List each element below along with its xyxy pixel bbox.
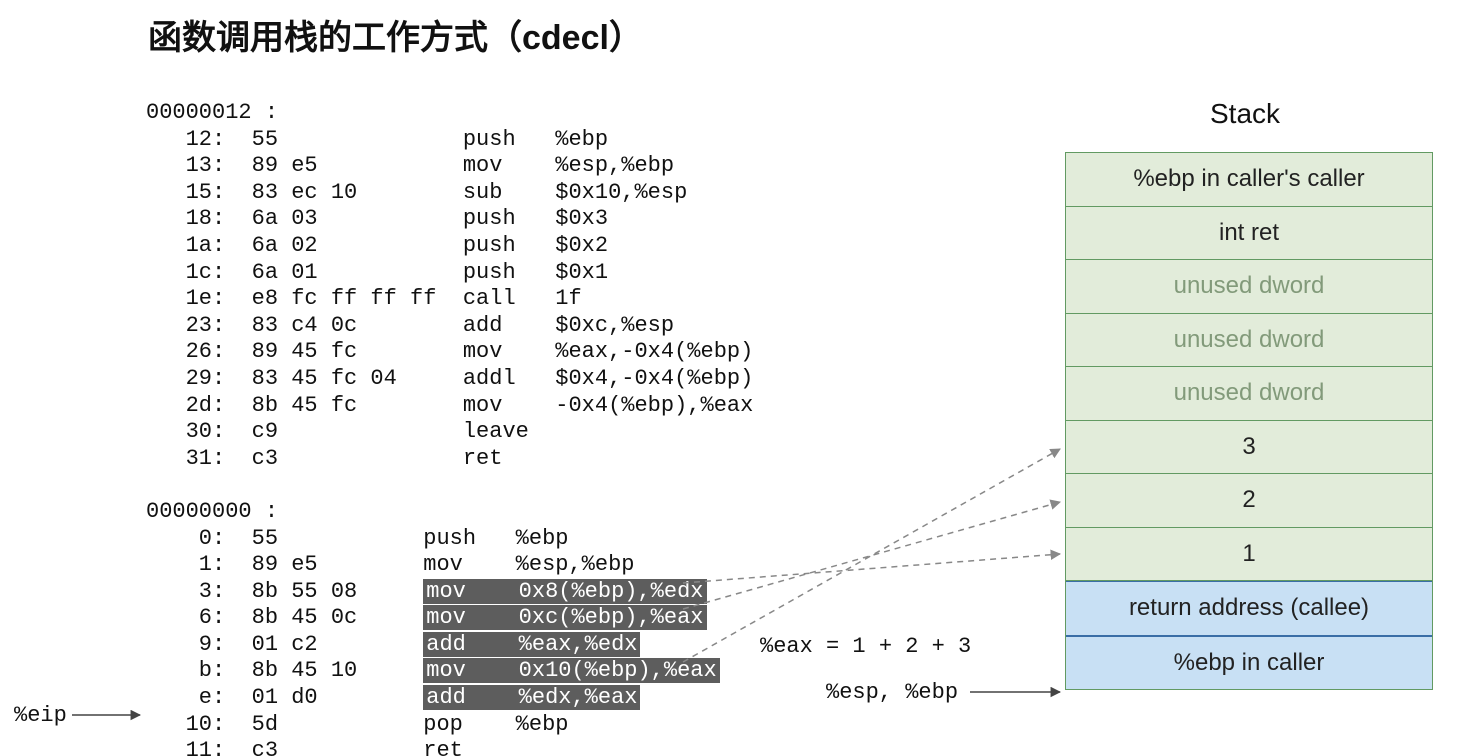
disassembly-listing: 00000012 : 12: 55 push %ebp 13: 89 e5 mo… — [146, 100, 753, 756]
stack-cell: 1 — [1066, 528, 1432, 582]
stack-title: Stack — [1210, 98, 1280, 130]
stack-cell: return address (callee) — [1066, 581, 1432, 636]
annotation-esp-ebp: %esp, %ebp — [826, 680, 958, 705]
page-title: 函数调用栈的工作方式（cdecl） — [148, 10, 643, 59]
stack-cell: int ret — [1066, 207, 1432, 261]
stack-cell: unused dword — [1066, 260, 1432, 314]
stack-cell: unused dword — [1066, 314, 1432, 368]
stack-cell: 3 — [1066, 421, 1432, 475]
eip-label: %eip — [14, 703, 67, 728]
stack-cell: 2 — [1066, 474, 1432, 528]
stack-cell: %ebp in caller — [1066, 636, 1432, 690]
stack-diagram: %ebp in caller's callerint retunused dwo… — [1065, 152, 1433, 690]
annotation-eax: %eax = 1 + 2 + 3 — [760, 634, 971, 659]
stack-cell: unused dword — [1066, 367, 1432, 421]
stack-cell: %ebp in caller's caller — [1066, 153, 1432, 207]
